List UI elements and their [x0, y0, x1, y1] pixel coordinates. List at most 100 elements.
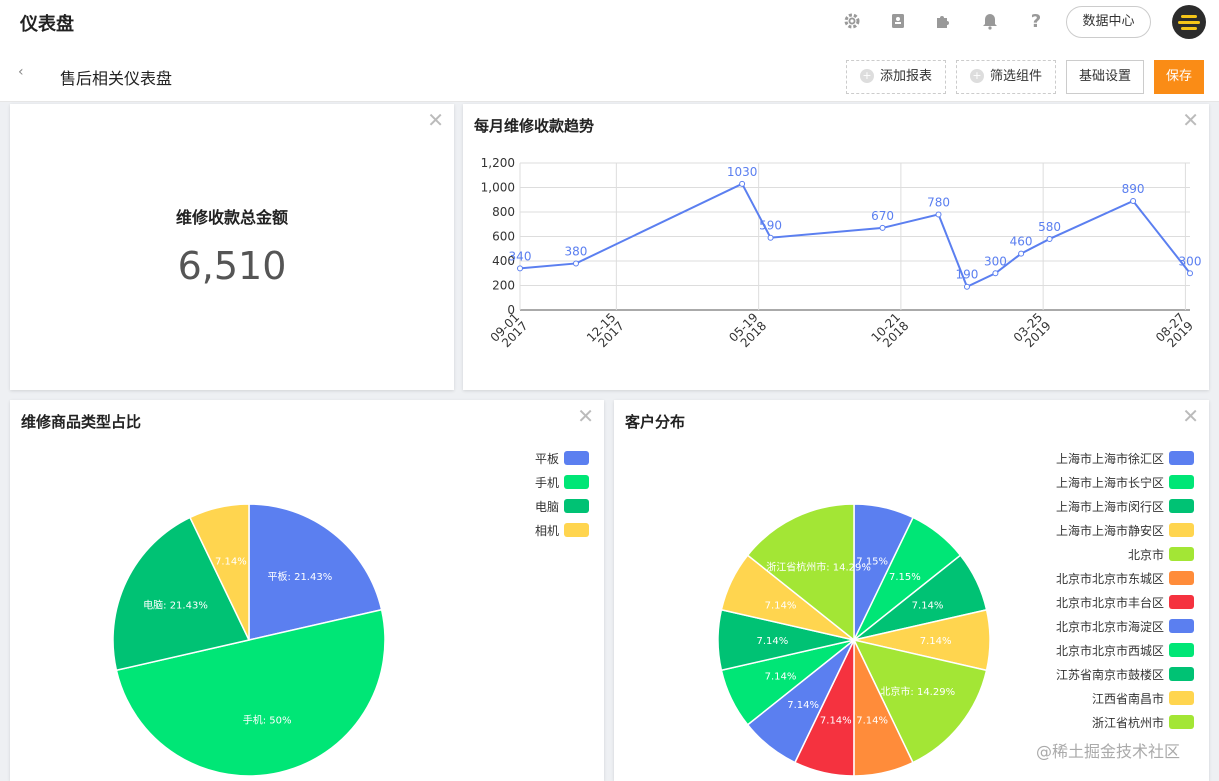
legend-swatch — [1169, 475, 1194, 489]
legend-item[interactable]: 江苏省南京市鼓楼区 — [894, 667, 1194, 682]
data-point — [767, 234, 774, 241]
y-tick-label: 800 — [492, 205, 515, 219]
legend-label: 北京市北京市西城区 — [1055, 644, 1164, 658]
legend-swatch — [1169, 571, 1194, 585]
series-line — [519, 182, 1191, 289]
puzzle-icon[interactable] — [933, 12, 953, 32]
data-label: 300 — [984, 254, 1007, 268]
slice-label: 7.14% — [765, 601, 797, 612]
data-point — [739, 180, 746, 187]
x-tick-label: 03-252019 — [1011, 310, 1054, 350]
y-tick-label: 200 — [492, 279, 515, 293]
data-label: 890 — [1122, 182, 1145, 196]
legend-item[interactable]: 手机 — [289, 475, 589, 490]
y-tick-label: 1,000 — [481, 181, 515, 195]
add-report-button[interactable]: + 添加报表 — [846, 60, 946, 94]
legend-label: 江西省南昌市 — [1091, 692, 1164, 706]
legend-item[interactable]: 上海市上海市徐汇区 — [894, 451, 1194, 466]
customer-pie-card: 客户分布 ✕ 7.15% 7.15% 7.14% 7.14% 北京市: 14.29% 7.… — [614, 400, 1209, 781]
legend-item[interactable]: 上海市上海市闵行区 — [894, 499, 1194, 514]
bell-icon[interactable] — [980, 12, 1000, 32]
legend-label: 江苏省南京市鼓楼区 — [1055, 668, 1164, 682]
dashboard-header: ‹ 售后相关仪表盘 + 添加报表 + 筛选组件 基础设置 保存 — [0, 44, 1219, 102]
slice-label: 7.14% — [787, 700, 819, 711]
app-title: 仪表盘 — [20, 14, 74, 35]
data-label: 340 — [509, 249, 532, 263]
legend-label: 上海市上海市静安区 — [1055, 524, 1164, 538]
add-report-label: 添加报表 — [879, 69, 932, 84]
legend-item[interactable]: 上海市上海市长宁区 — [894, 475, 1194, 490]
slice-label: 平板: 21.43% — [268, 570, 333, 583]
legend-label: 上海市上海市闵行区 — [1055, 500, 1164, 514]
data-label: 380 — [565, 244, 588, 258]
gear-icon[interactable] — [842, 12, 862, 32]
data-label: 580 — [1038, 220, 1061, 234]
data-center-button[interactable]: 数据中心 — [1066, 6, 1151, 38]
y-tick-label: 600 — [492, 230, 515, 244]
legend-item[interactable]: 相机 — [289, 523, 589, 538]
legend-swatch — [1169, 691, 1194, 705]
legend-swatch — [1169, 523, 1194, 537]
data-label: 460 — [1010, 235, 1033, 249]
legend-label: 上海市上海市长宁区 — [1055, 476, 1164, 490]
line-chart: 02004006008001,0001,20009-012017 12-15201… — [481, 156, 1202, 350]
x-tick-label: 05-192018 — [726, 310, 769, 350]
legend-label: 平板 — [534, 452, 559, 466]
legend-label: 手机 — [534, 476, 559, 490]
legend-item[interactable]: 北京市北京市海淀区 — [894, 619, 1194, 634]
slice-label: 7.14% — [856, 716, 888, 727]
legend-item[interactable]: 上海市上海市静安区 — [894, 523, 1194, 538]
back-icon[interactable]: ‹ — [18, 64, 24, 80]
data-point — [1130, 197, 1137, 204]
legend-swatch — [564, 451, 589, 465]
dashboard-title: 售后相关仪表盘 — [60, 69, 173, 88]
avatar[interactable] — [1172, 5, 1206, 39]
filter-widget-button[interactable]: + 筛选组件 — [956, 60, 1056, 94]
legend-swatch — [1169, 715, 1194, 729]
legend-swatch — [1169, 643, 1194, 657]
legend-item[interactable]: 浙江省杭州市 — [894, 715, 1194, 730]
legend-label: 北京市 — [1127, 548, 1164, 562]
slice-label: 电脑: 21.43% — [143, 599, 208, 612]
data-point — [935, 211, 942, 218]
x-tick-label: 09-012017 — [488, 310, 531, 350]
data-point — [879, 224, 886, 231]
legend-item[interactable]: 北京市 — [894, 547, 1194, 562]
save-button[interactable]: 保存 — [1154, 60, 1204, 94]
basic-settings-button[interactable]: 基础设置 — [1066, 60, 1144, 94]
close-icon[interactable]: ✕ — [427, 110, 444, 130]
legend-swatch — [1169, 547, 1194, 561]
help-icon[interactable]: ? — [1026, 12, 1046, 32]
legend-swatch — [564, 499, 589, 513]
legend-label: 电脑 — [534, 500, 559, 514]
legend-label: 北京市北京市丰台区 — [1055, 596, 1164, 610]
legend-item[interactable]: 江西省南昌市 — [894, 691, 1194, 706]
slice-label: 7.14% — [757, 636, 789, 647]
legend-label: 浙江省杭州市 — [1091, 716, 1164, 730]
legend-item[interactable]: 北京市北京市丰台区 — [894, 595, 1194, 610]
legend-swatch — [564, 523, 589, 537]
x-tick-label: 10-212018 — [868, 310, 911, 350]
slice-label: 7.14% — [765, 671, 797, 682]
data-point — [1018, 250, 1025, 257]
data-point — [963, 283, 970, 290]
data-point — [1187, 270, 1193, 277]
data-point — [572, 260, 579, 267]
data-label: 670 — [871, 209, 894, 223]
data-point — [517, 265, 523, 272]
legend-item[interactable]: 电脑 — [289, 499, 589, 514]
data-label: 780 — [927, 195, 950, 209]
kpi-card: ✕ 维修收款总金额 6,510 — [10, 104, 454, 390]
legend-swatch — [1169, 667, 1194, 681]
kpi-label: 维修收款总金额 — [175, 208, 288, 227]
legend-item[interactable]: 平板 — [289, 451, 589, 466]
slice-label: 7.14% — [215, 556, 247, 567]
legend-label: 北京市北京市海淀区 — [1055, 620, 1164, 634]
legend-swatch — [1169, 499, 1194, 513]
kpi-value: 6,510 — [177, 244, 287, 288]
legend-label: 相机 — [534, 524, 559, 538]
legend-item[interactable]: 北京市北京市东城区 — [894, 571, 1194, 586]
contacts-icon[interactable] — [888, 12, 908, 32]
plus-icon: + — [969, 68, 984, 83]
legend-item[interactable]: 北京市北京市西城区 — [894, 643, 1194, 658]
